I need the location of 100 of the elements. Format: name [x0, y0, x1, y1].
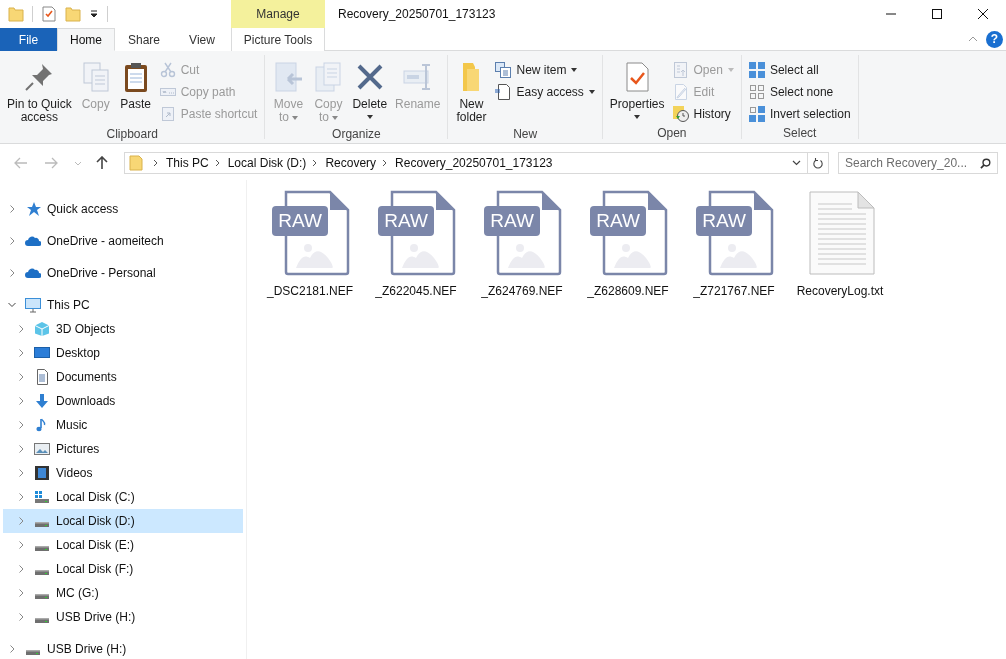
breadcrumb-item[interactable]: Recovery_20250701_173123 [395, 156, 553, 170]
chevron-right-icon[interactable] [17, 421, 25, 429]
refresh-icon [813, 157, 823, 169]
file-name: _Z624769.NEF [481, 284, 563, 298]
chevron-right-icon[interactable] [17, 613, 25, 621]
nav-item[interactable]: OneDrive - aomeitech [3, 229, 243, 253]
nav-item[interactable]: Documents [3, 365, 243, 389]
nav-item[interactable]: Local Disk (E:) [3, 533, 243, 557]
nav-item[interactable]: Local Disk (F:) [3, 557, 243, 581]
file-type-badge: RAW [696, 206, 752, 236]
file-type-badge: RAW [484, 206, 540, 236]
ribbon-button[interactable]: Pin to Quick access [4, 59, 75, 126]
caret-icon [291, 115, 298, 120]
file-type-badge: RAW [590, 206, 646, 236]
up-arrow-icon[interactable] [96, 156, 108, 170]
nav-item[interactable]: This PC [3, 293, 243, 317]
drive-icon [34, 489, 50, 505]
nav-item[interactable]: Music [3, 413, 243, 437]
file-item[interactable]: RAW _Z628609.NEF [575, 190, 681, 298]
chevron-right-icon[interactable] [17, 397, 25, 405]
collapse-ribbon-icon[interactable] [968, 36, 978, 42]
nav-item[interactable]: MC (G:) [3, 581, 243, 605]
refresh-button[interactable] [808, 152, 829, 174]
chevron-right-icon[interactable] [17, 517, 25, 525]
customize-caret-icon[interactable] [89, 9, 99, 19]
chevron-right-icon[interactable] [17, 349, 25, 357]
ribbon-button[interactable]: Easy access [492, 81, 598, 103]
folder-icon [129, 155, 143, 171]
ribbon-tab[interactable]: File [0, 28, 57, 51]
grid-icon [748, 84, 765, 100]
chevron-right-icon[interactable] [8, 205, 16, 213]
address-bar[interactable]: This PC Local Disk (D:) Recovery Recovery_20250701_173123 [124, 152, 808, 174]
chevron-right-icon[interactable] [17, 493, 25, 501]
chevron-right-icon[interactable] [17, 325, 25, 333]
help-button[interactable]: ? [986, 30, 1003, 48]
chevron-right-icon[interactable] [17, 373, 25, 381]
window-title: Recovery_20250701_173123 [337, 6, 496, 23]
chevron-right-icon[interactable] [17, 469, 25, 477]
caret-icon [366, 115, 373, 119]
nav-item[interactable]: Downloads [3, 389, 243, 413]
chevron-right-icon [153, 159, 158, 167]
recent-caret-icon[interactable] [74, 160, 82, 166]
drive-icon [34, 520, 50, 528]
nav-item[interactable]: Pictures [3, 437, 243, 461]
ribbon-button[interactable]: Paste [116, 59, 155, 113]
file-item[interactable]: RecoveryLog.txt [787, 190, 893, 298]
chevron-right-icon[interactable] [17, 541, 25, 549]
drive-icon [34, 544, 50, 552]
nav-item[interactable]: Desktop [3, 341, 243, 365]
grid-icon [748, 106, 765, 122]
caret-icon [571, 68, 578, 72]
chevron-right-icon [312, 159, 318, 167]
chevron-right-icon[interactable] [8, 237, 16, 245]
file-item[interactable]: RAW _Z721767.NEF [681, 190, 787, 298]
file-name: RecoveryLog.txt [796, 284, 884, 298]
drive-icon [34, 616, 50, 624]
nav-item[interactable]: Local Disk (D:) [3, 509, 243, 533]
breadcrumb-item[interactable]: This PC [166, 156, 209, 170]
ribbon-button[interactable]: Delete [349, 59, 391, 121]
nav-item[interactable]: USB Drive (H:) [3, 605, 243, 629]
ribbon-button[interactable]: Select none [745, 81, 854, 103]
ribbon-tab[interactable]: Home [57, 28, 115, 51]
nav-item[interactable]: Quick access [3, 197, 243, 221]
breadcrumb-item[interactable]: Recovery [325, 156, 377, 170]
ribbon-button[interactable]: Invert selection [745, 103, 854, 125]
ribbon-button[interactable]: Properties [606, 59, 668, 121]
forward-arrow-icon[interactable] [44, 157, 58, 169]
back-arrow-icon[interactable] [14, 157, 28, 169]
caret-icon [634, 115, 641, 119]
chevron-right-icon[interactable] [8, 645, 16, 653]
ribbon-tab[interactable]: Picture Tools [231, 28, 325, 51]
star-icon [25, 201, 41, 217]
dropdown-caret-icon[interactable] [792, 160, 801, 166]
nav-item[interactable]: USB Drive (H:) [3, 637, 243, 659]
file-name: _Z628609.NEF [587, 284, 669, 298]
ribbon-button[interactable]: New item [492, 59, 598, 81]
new-item-icon [495, 62, 512, 78]
nav-item[interactable]: Local Disk (C:) [3, 485, 243, 509]
nav-item[interactable]: Videos [3, 461, 243, 485]
file-name: _Z622045.NEF [375, 284, 457, 298]
file-type-badge: RAW [378, 206, 434, 236]
nav-item[interactable]: 3D Objects [3, 317, 243, 341]
ribbon-button[interactable]: History [669, 103, 737, 125]
search-field[interactable]: Search Recovery_20... [838, 152, 998, 174]
nav-item[interactable]: OneDrive - Personal [3, 261, 243, 285]
file-item[interactable]: RAW _Z622045.NEF [363, 190, 469, 298]
move-icon [272, 61, 305, 93]
ribbon-button[interactable]: Select all [745, 59, 854, 81]
chevron-down-icon[interactable] [8, 301, 16, 309]
file-item[interactable]: RAW _Z624769.NEF [469, 190, 575, 298]
chevron-right-icon[interactable] [17, 565, 25, 573]
file-item[interactable]: RAW _DSC2181.NEF [257, 190, 363, 298]
properties-icon[interactable] [41, 6, 57, 22]
picture-icon [34, 441, 50, 457]
open-icon [672, 62, 689, 78]
ribbon-button[interactable]: New folder [452, 59, 491, 126]
chevron-right-icon[interactable] [17, 589, 25, 597]
chevron-right-icon[interactable] [8, 269, 16, 277]
breadcrumb-item[interactable]: Local Disk (D:) [227, 156, 307, 170]
chevron-right-icon[interactable] [17, 445, 25, 453]
